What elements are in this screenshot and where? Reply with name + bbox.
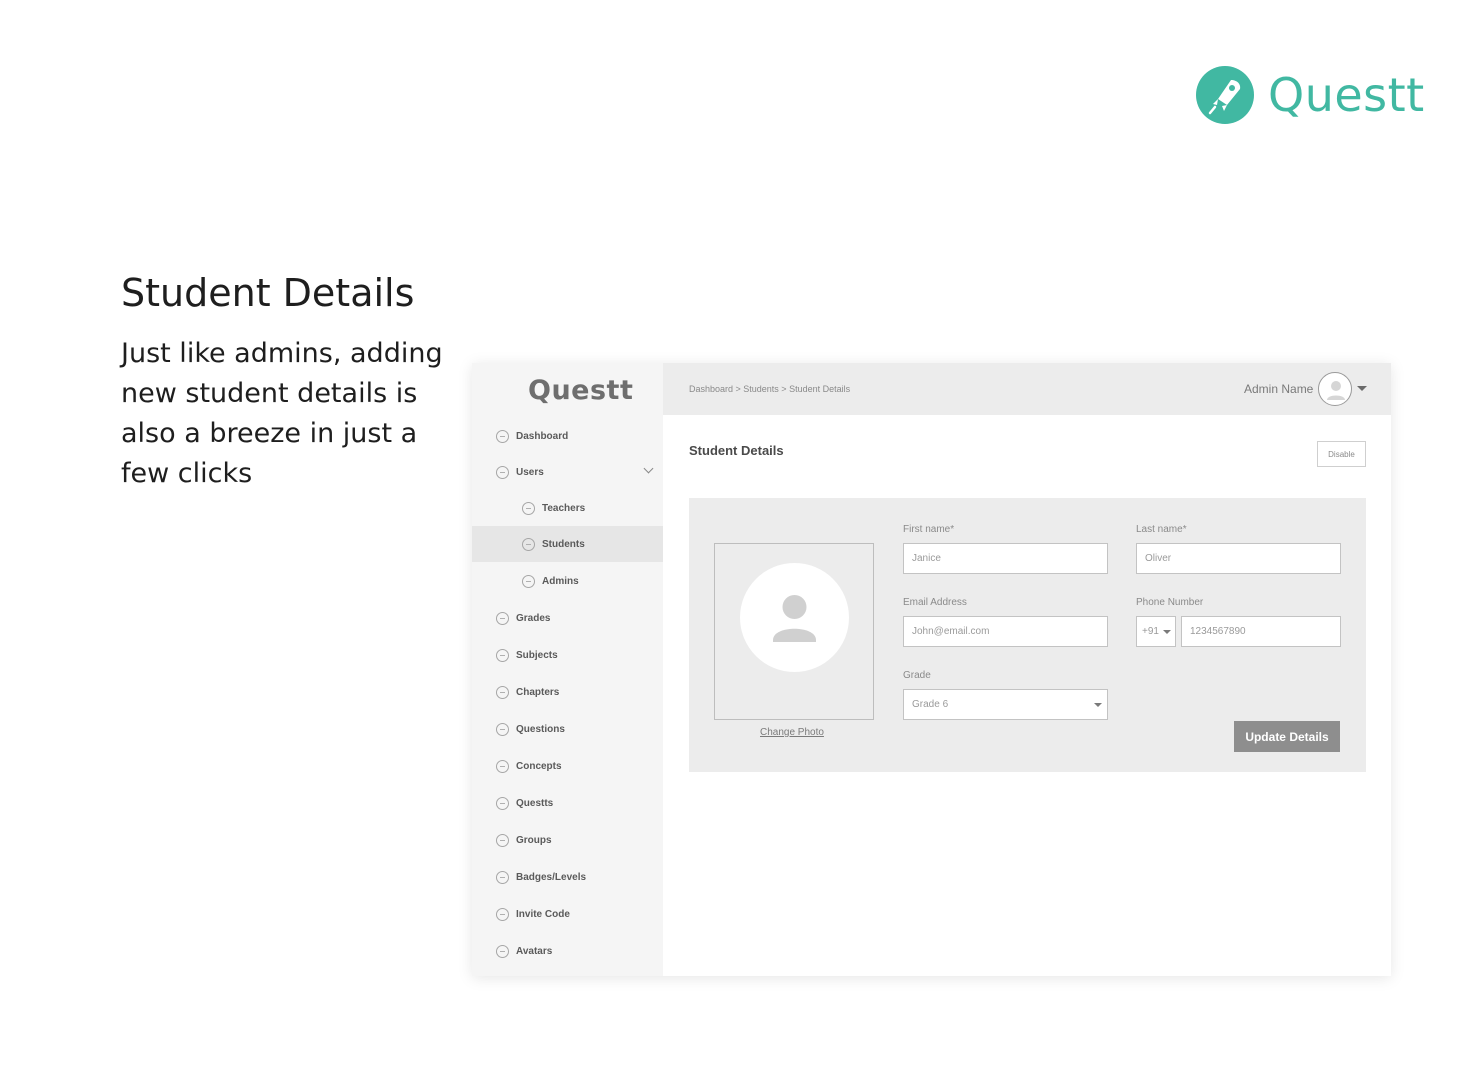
top-bar: Dashboard > Students > Student Details A… [663,363,1391,415]
sidebar-item-avatars[interactable]: Avatars [472,933,663,969]
grade-label: Grade [903,670,931,681]
sidebar-item-dashboard[interactable]: Dashboard [472,418,663,454]
admin-name[interactable]: Admin Name [1244,382,1313,396]
sidebar-item-label: Badges/Levels [516,871,587,883]
student-form-card: Change Photo First name* Janice Last nam… [689,498,1366,772]
disable-button[interactable]: Disable [1317,441,1366,467]
sidebar-item-invite-code[interactable]: Invite Code [472,896,663,932]
last-name-field[interactable]: Oliver [1136,543,1341,574]
circle-icon [496,611,509,625]
phone-value: 1234567890 [1190,626,1246,637]
avatar[interactable] [1318,372,1352,406]
sidebar-item-label: Dashboard [516,430,569,442]
circle-icon [496,685,509,699]
sidebar-item-groups[interactable]: Groups [472,822,663,858]
first-name-label: First name* [903,524,955,535]
phone-field[interactable]: 1234567890 [1181,616,1341,647]
page-title: Student Details [689,443,784,458]
breadcrumb[interactable]: Dashboard > Students > Student Details [689,384,850,394]
update-details-button[interactable]: Update Details [1234,721,1340,752]
user-icon [1327,381,1345,400]
sidebar-item-label: Admins [542,575,579,587]
sidebar-item-subjects[interactable]: Subjects [472,637,663,673]
circle-icon [522,537,535,551]
circle-icon [496,870,509,884]
sidebar-item-label: Users [516,466,544,478]
email-value: John@email.com [912,626,990,637]
country-code-select[interactable]: +91 [1136,616,1176,647]
avatar-placeholder [740,563,849,672]
sidebar-item-label: Subjects [516,649,558,661]
app-window: Questt Dashboard Users Teachers Students… [472,363,1391,976]
chevron-down-icon[interactable] [643,463,654,474]
sidebar: Questt Dashboard Users Teachers Students… [472,363,663,976]
sidebar-item-questts[interactable]: Questts [472,785,663,821]
circle-icon [496,648,509,662]
sidebar-item-badges-levels[interactable]: Badges/Levels [472,859,663,895]
sidebar-item-users[interactable]: Users [472,454,663,490]
sidebar-item-label: Concepts [516,760,562,772]
sidebar-item-label: Questts [516,797,554,809]
sidebar-item-questions[interactable]: Questions [472,711,663,747]
sidebar-item-chapters[interactable]: Chapters [472,674,663,710]
sidebar-item-teachers[interactable]: Teachers [472,490,663,526]
sidebar-item-label: Avatars [516,945,553,957]
user-icon [773,595,816,642]
circle-icon [522,574,535,588]
sidebar-item-label: Questions [516,723,565,735]
caret-down-icon [1094,703,1102,707]
last-name-label: Last name* [1136,524,1187,535]
circle-icon [522,501,535,515]
grade-select[interactable]: Grade 6 [903,689,1108,720]
intro-title: Student Details [121,271,415,315]
first-name-value: Janice [912,553,941,564]
circle-icon [496,722,509,736]
phone-label: Phone Number [1136,597,1204,608]
circle-icon [496,759,509,773]
brand-logo: Questt [1196,66,1425,124]
caret-down-icon[interactable] [1357,386,1367,391]
intro-body: Just like admins, adding new student det… [121,338,443,489]
last-name-value: Oliver [1145,553,1172,564]
circle-icon [496,465,509,479]
caret-down-icon [1163,630,1171,634]
circle-icon [496,429,509,443]
grade-value: Grade 6 [912,699,949,710]
sidebar-item-concepts[interactable]: Concepts [472,748,663,784]
sidebar-item-label: Groups [516,834,552,846]
circle-icon [496,944,509,958]
sidebar-item-label: Grades [516,612,551,624]
sidebar-item-label: Students [542,538,585,550]
sidebar-item-students[interactable]: Students [472,526,663,562]
photo-box [714,543,874,720]
email-label: Email Address [903,597,967,608]
circle-icon [496,907,509,921]
sidebar-item-admins[interactable]: Admins [472,563,663,599]
change-photo-link[interactable]: Change Photo [760,727,824,738]
country-code-value: +91 [1142,626,1159,637]
sidebar-item-label: Chapters [516,686,560,698]
first-name-field[interactable]: Janice [903,543,1108,574]
sidebar-item-label: Teachers [542,502,586,514]
circle-icon [496,833,509,847]
brand-name: Questt [1268,68,1425,122]
sidebar-logo: Questt [528,375,634,406]
email-field[interactable]: John@email.com [903,616,1108,647]
circle-icon [496,796,509,810]
sidebar-item-grades[interactable]: Grades [472,600,663,636]
sidebar-item-label: Invite Code [516,908,570,920]
rocket-icon [1196,66,1254,124]
